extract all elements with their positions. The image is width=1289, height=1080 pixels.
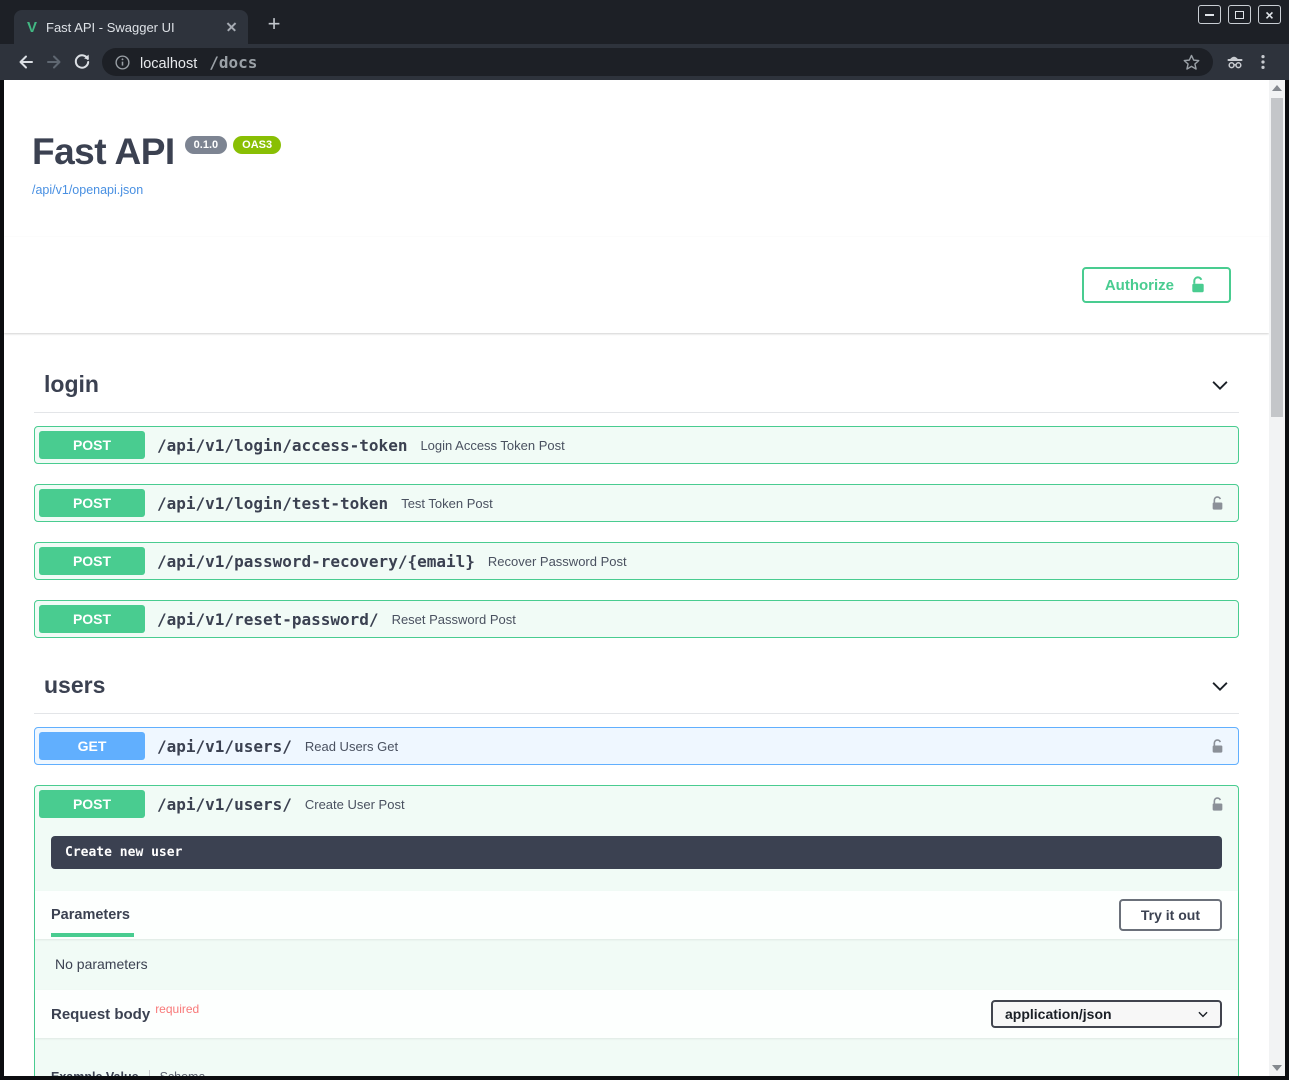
section-login-header[interactable]: login bbox=[34, 363, 1239, 413]
endpoint-path: /api/v1/password-recovery/{email} bbox=[157, 552, 475, 571]
section-login: login POST /api/v1/login/access-token Lo… bbox=[34, 363, 1239, 638]
endpoint-path: /api/v1/login/test-token bbox=[157, 494, 388, 513]
maximize-button[interactable] bbox=[1228, 5, 1251, 24]
endpoint-path: /api/v1/login/access-token bbox=[157, 436, 407, 455]
endpoint-path: /api/v1/users/ bbox=[157, 737, 292, 756]
tab-bar: V Fast API - Swagger UI + × bbox=[0, 0, 1289, 44]
auth-lock-button[interactable] bbox=[1209, 495, 1226, 512]
swagger-page: Fast API 0.1.0 OAS3 /api/v1/openapi.json… bbox=[4, 80, 1269, 1076]
close-button[interactable]: × bbox=[1258, 5, 1281, 24]
auth-lock-button[interactable] bbox=[1209, 738, 1226, 755]
try-it-out-button[interactable]: Try it out bbox=[1119, 899, 1222, 931]
openapi-spec-link[interactable]: /api/v1/openapi.json bbox=[32, 183, 143, 197]
tab-title: Fast API - Swagger UI bbox=[46, 20, 220, 35]
browser-menu-button[interactable] bbox=[1249, 48, 1277, 76]
unlock-icon bbox=[1209, 738, 1226, 755]
endpoint-summary: Reset Password Post bbox=[392, 612, 516, 627]
media-type-select[interactable]: application/json bbox=[991, 1000, 1222, 1028]
unlock-icon bbox=[1209, 495, 1226, 512]
endpoint-summary: Test Token Post bbox=[401, 496, 493, 511]
reload-button[interactable] bbox=[68, 48, 96, 76]
url-host: localhost bbox=[140, 56, 197, 72]
info-icon bbox=[114, 54, 131, 71]
back-arrow-icon bbox=[16, 52, 36, 72]
window-controls: × bbox=[1198, 5, 1281, 24]
tab-close-icon[interactable] bbox=[224, 19, 240, 35]
new-tab-button[interactable]: + bbox=[262, 13, 286, 37]
scroll-up-arrow-icon[interactable] bbox=[1272, 85, 1282, 91]
section-users: users GET /api/v1/users/ Read Users Get … bbox=[34, 664, 1239, 1076]
endpoint-body: Create new user Parameters Try it out No… bbox=[35, 822, 1238, 1076]
endpoint-row[interactable]: POST /api/v1/login/test-token Test Token… bbox=[34, 484, 1239, 522]
parameters-header: Parameters Try it out bbox=[35, 891, 1238, 939]
reload-icon bbox=[72, 52, 92, 72]
address-bar[interactable]: localhost/docs bbox=[102, 48, 1213, 76]
endpoint-row[interactable]: POST /api/v1/reset-password/ Reset Passw… bbox=[34, 600, 1239, 638]
endpoint-row[interactable]: POST /api/v1/login/access-token Login Ac… bbox=[34, 426, 1239, 464]
oas3-badge: OAS3 bbox=[233, 136, 281, 154]
endpoint-summary: Login Access Token Post bbox=[420, 438, 564, 453]
model-example: Example Value Schema { bbox=[35, 1038, 1238, 1076]
scroll-down-arrow-icon[interactable] bbox=[1272, 1065, 1282, 1071]
section-title: users bbox=[44, 672, 105, 699]
section-users-header[interactable]: users bbox=[34, 664, 1239, 714]
endpoint-description: Create new user bbox=[51, 836, 1222, 869]
media-type-value: application/json bbox=[1005, 1006, 1112, 1022]
scheme-container: Authorize bbox=[4, 237, 1269, 333]
browser-toolbar: localhost/docs bbox=[0, 44, 1289, 80]
page-scrollbar[interactable] bbox=[1269, 80, 1285, 1076]
endpoint-path: /api/v1/users/ bbox=[157, 795, 292, 814]
endpoint-expanded: POST /api/v1/users/ Create User Post Cre… bbox=[34, 785, 1239, 1076]
endpoint-path: /api/v1/reset-password/ bbox=[157, 610, 379, 629]
minimize-icon bbox=[1205, 14, 1214, 16]
fastapi-favicon-icon: V bbox=[27, 19, 37, 36]
unlock-icon bbox=[1188, 275, 1208, 295]
version-badge: 0.1.0 bbox=[185, 136, 227, 154]
request-body-label: Request bodyrequired bbox=[51, 1006, 199, 1023]
chevron-down-icon bbox=[1196, 1007, 1210, 1021]
kebab-menu-icon bbox=[1254, 53, 1272, 71]
tab-divider bbox=[149, 1070, 150, 1076]
url-text: localhost/docs bbox=[140, 53, 1182, 72]
bookmark-star-icon[interactable] bbox=[1182, 53, 1201, 72]
browser-tab[interactable]: V Fast API - Swagger UI bbox=[14, 10, 248, 44]
chevron-down-icon[interactable] bbox=[1209, 374, 1231, 396]
minimize-button[interactable] bbox=[1198, 5, 1221, 24]
forward-button[interactable] bbox=[40, 48, 68, 76]
endpoint-row[interactable]: GET /api/v1/users/ Read Users Get bbox=[34, 727, 1239, 765]
method-badge: POST bbox=[39, 489, 145, 517]
method-badge: GET bbox=[39, 732, 145, 760]
required-badge: required bbox=[155, 1002, 199, 1016]
maximize-icon bbox=[1235, 11, 1244, 19]
api-info: Fast API 0.1.0 OAS3 /api/v1/openapi.json bbox=[32, 133, 1241, 199]
method-badge: POST bbox=[39, 431, 145, 459]
endpoint-row[interactable]: POST /api/v1/users/ Create User Post bbox=[35, 786, 1238, 822]
tab-example-value[interactable]: Example Value bbox=[51, 1070, 139, 1076]
auth-lock-button[interactable] bbox=[1209, 796, 1226, 813]
url-path: /docs bbox=[209, 53, 257, 72]
browser-window: V Fast API - Swagger UI + × localhost/do… bbox=[0, 0, 1289, 1080]
no-parameters-text: No parameters bbox=[35, 939, 1238, 990]
incognito-indicator-icon bbox=[1221, 48, 1249, 76]
scrollbar-thumb[interactable] bbox=[1271, 98, 1283, 417]
chevron-down-icon[interactable] bbox=[1209, 675, 1231, 697]
tab-parameters[interactable]: Parameters bbox=[51, 893, 134, 937]
authorize-button[interactable]: Authorize bbox=[1082, 267, 1231, 303]
back-button[interactable] bbox=[12, 48, 40, 76]
endpoint-summary: Read Users Get bbox=[305, 739, 398, 754]
method-badge: POST bbox=[39, 790, 145, 818]
endpoint-summary: Create User Post bbox=[305, 797, 405, 812]
endpoint-summary: Recover Password Post bbox=[488, 554, 627, 569]
method-badge: POST bbox=[39, 605, 145, 633]
method-badge: POST bbox=[39, 547, 145, 575]
section-title: login bbox=[44, 371, 99, 398]
endpoint-row[interactable]: POST /api/v1/password-recovery/{email} R… bbox=[34, 542, 1239, 580]
authorize-label: Authorize bbox=[1105, 277, 1174, 294]
forward-arrow-icon bbox=[44, 52, 64, 72]
request-body-header: Request bodyrequired application/json bbox=[35, 990, 1238, 1038]
unlock-icon bbox=[1209, 796, 1226, 813]
tab-schema[interactable]: Schema bbox=[160, 1070, 206, 1076]
page-title: Fast API bbox=[32, 133, 175, 170]
close-icon: × bbox=[1265, 8, 1273, 22]
